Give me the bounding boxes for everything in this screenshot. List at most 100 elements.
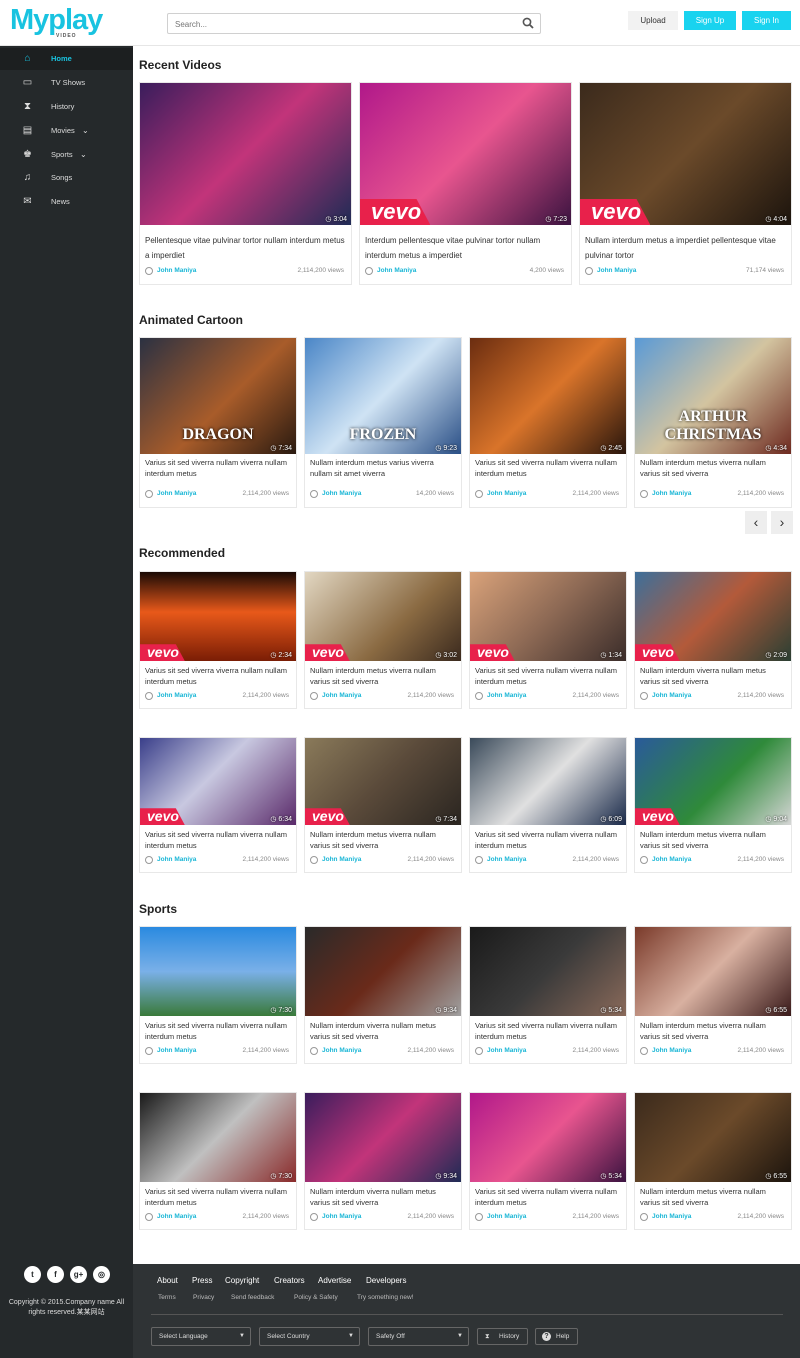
video-card[interactable]: ◷ 2:45 Varius sit sed viverra nullam vive… (469, 337, 627, 508)
video-title[interactable]: Nullam interdum viverra nullam metus var… (310, 1020, 456, 1042)
video-thumbnail[interactable]: ◷ 6:55 (635, 927, 791, 1016)
signin-button[interactable]: Sign In (742, 11, 791, 30)
sidebar-item-news[interactable]: ✉ News (0, 191, 133, 213)
author-link[interactable]: John Maniya (322, 1213, 361, 1220)
google-plus-icon[interactable]: g+ (70, 1266, 87, 1283)
video-title[interactable]: Nullam interdum metus varius viverra nul… (310, 457, 456, 479)
video-thumbnail[interactable]: vevo ◷ 1:34 (470, 572, 626, 661)
footer-link-about[interactable]: About (157, 1276, 178, 1285)
footer-link-developers[interactable]: Developers (366, 1276, 406, 1285)
video-title[interactable]: Varius sit sed viverra nullam viverra nu… (145, 1020, 291, 1042)
video-card[interactable]: vevo ◷ 4:04 Nullam interdum metus a imperd… (579, 82, 792, 285)
video-card[interactable]: vevo ◷ 1:34 Varius sit sed viverra nullam … (469, 571, 627, 709)
author-link[interactable]: John Maniya (157, 692, 196, 699)
video-title[interactable]: Nullam interdum metus viverra nullam var… (640, 1020, 786, 1042)
video-card[interactable]: ◷ 5:34 Varius sit sed viverra nullam vive… (469, 1092, 627, 1230)
author-link[interactable]: John Maniya (652, 856, 691, 863)
video-card[interactable]: vevo ◷ 6:34 Varius sit sed viverra nullam … (139, 737, 297, 873)
video-thumbnail[interactable]: vevo ◷ 9:04 (635, 738, 791, 825)
video-card[interactable]: FROZEN ◷ 9:23 Nullam interdum metus varius… (304, 337, 462, 508)
video-card[interactable]: ◷ 7:30 Varius sit sed viverra nullam vive… (139, 926, 297, 1064)
video-card[interactable]: ◷ 3:04 Pellentesque vitae pulvinar tortor… (139, 82, 352, 285)
author-link[interactable]: John Maniya (597, 267, 636, 274)
video-thumbnail[interactable]: vevo ◷ 4:04 (580, 83, 791, 225)
video-title[interactable]: Nullam interdum viverra nullam metus var… (310, 1186, 456, 1208)
author-link[interactable]: John Maniya (487, 692, 526, 699)
video-card[interactable]: vevo ◷ 3:02 Nullam interdum metus viverra … (304, 571, 462, 709)
sidebar-item-home[interactable]: ⌂ Home (0, 48, 133, 70)
author-link[interactable]: John Maniya (487, 856, 526, 863)
author-link[interactable]: John Maniya (157, 267, 196, 274)
video-title[interactable]: Varius sit sed viverra nullam viverra nu… (475, 1186, 621, 1208)
sidebar-item-history[interactable]: ⧗ History (0, 96, 133, 118)
author-link[interactable]: John Maniya (652, 1213, 691, 1220)
author-link[interactable]: John Maniya (487, 490, 526, 497)
footer-link-policy[interactable]: Policy & Safety (294, 1294, 338, 1301)
sidebar-item-sports[interactable]: ♚ Sports ⌄ (0, 144, 133, 166)
video-card[interactable]: ◷ 6:09 Varius sit sed viverra nullam vive… (469, 737, 627, 873)
video-title[interactable]: Nullam interdum metus viverra nullam var… (640, 1186, 786, 1208)
video-thumbnail[interactable]: DRAGON ◷ 7:34 (140, 338, 296, 454)
carousel-next-button[interactable]: › (771, 511, 793, 534)
logo[interactable]: Myplay VIDEO (10, 6, 103, 40)
video-card[interactable]: vevo ◷ 7:23 Interdum pellentesque vitae pu… (359, 82, 572, 285)
video-card[interactable]: vevo ◷ 2:09 Nullam interdum viverra nullam… (634, 571, 792, 709)
video-title[interactable]: Varius sit sed viverra nullam viverra nu… (145, 1186, 291, 1208)
video-thumbnail[interactable]: vevo ◷ 6:34 (140, 738, 296, 825)
author-link[interactable]: John Maniya (157, 1213, 196, 1220)
video-thumbnail[interactable]: ◷ 6:55 (635, 1093, 791, 1182)
footer-link-press[interactable]: Press (192, 1276, 212, 1285)
search-input[interactable] (168, 15, 498, 34)
author-link[interactable]: John Maniya (322, 856, 361, 863)
video-card[interactable]: ◷ 6:55 Nullam interdum metus viverra null… (634, 926, 792, 1064)
video-thumbnail[interactable]: vevo ◷ 2:09 (635, 572, 791, 661)
video-title[interactable]: Interdum pellentesque vitae pulvinar tor… (365, 233, 566, 263)
facebook-icon[interactable]: f (47, 1266, 64, 1283)
video-card[interactable]: ARTHUR CHRISTMAS ◷ 4:34 Nullam interdum me… (634, 337, 792, 508)
video-title[interactable]: Nullam interdum metus viverra nullam var… (310, 829, 456, 851)
video-thumbnail[interactable]: vevo ◷ 2:34 (140, 572, 296, 661)
search-icon[interactable] (522, 17, 534, 29)
author-link[interactable]: John Maniya (322, 1047, 361, 1054)
video-thumbnail[interactable]: ◷ 9:34 (305, 927, 461, 1016)
video-thumbnail[interactable]: ◷ 7:30 (140, 927, 296, 1016)
author-link[interactable]: John Maniya (322, 490, 361, 497)
video-card[interactable]: DRAGON ◷ 7:34 Varius sit sed viverra nulla… (139, 337, 297, 508)
video-card[interactable]: ◷ 5:34 Varius sit sed viverra nullam vive… (469, 926, 627, 1064)
sidebar-item-tv-shows[interactable]: ▭ TV Shows (0, 72, 133, 94)
author-link[interactable]: John Maniya (652, 692, 691, 699)
author-link[interactable]: John Maniya (487, 1047, 526, 1054)
footer-link-try-new[interactable]: Try something new! (357, 1294, 413, 1301)
author-link[interactable]: John Maniya (157, 490, 196, 497)
author-link[interactable]: John Maniya (322, 692, 361, 699)
video-title[interactable]: Varius sit sed viverra nullam viverra nu… (145, 457, 291, 479)
video-card[interactable]: ◷ 9:34 Nullam interdum viverra nullam met… (304, 1092, 462, 1230)
author-link[interactable]: John Maniya (157, 1047, 196, 1054)
video-title[interactable]: Nullam interdum metus viverra nullam var… (640, 829, 786, 851)
twitter-icon[interactable]: t (24, 1266, 41, 1283)
sidebar-item-songs[interactable]: ♫ Songs (0, 167, 133, 189)
video-title[interactable]: Varius sit sed viverra nullam viverra nu… (475, 457, 621, 479)
video-thumbnail[interactable]: ◷ 5:34 (470, 927, 626, 1016)
footer-link-terms[interactable]: Terms (158, 1294, 176, 1301)
video-title[interactable]: Nullam interdum metus viverra nullam var… (640, 457, 786, 479)
video-thumbnail[interactable]: ◷ 6:09 (470, 738, 626, 825)
footer-link-copyright[interactable]: Copyright (225, 1276, 259, 1285)
video-thumbnail[interactable]: ◷ 9:34 (305, 1093, 461, 1182)
author-link[interactable]: John Maniya (157, 856, 196, 863)
upload-button[interactable]: Upload (628, 11, 678, 30)
sidebar-item-movies[interactable]: ▤ Movies ⌄ (0, 120, 133, 142)
video-title[interactable]: Varius sit sed viverra nullam viverra nu… (475, 665, 621, 687)
author-link[interactable]: John Maniya (377, 267, 416, 274)
language-select[interactable]: Select Language ▼ (151, 1327, 251, 1346)
safety-select[interactable]: Safety Off ▼ (368, 1327, 469, 1346)
footer-link-creators[interactable]: Creators (274, 1276, 305, 1285)
video-thumbnail[interactable]: vevo ◷ 3:02 (305, 572, 461, 661)
author-link[interactable]: John Maniya (652, 490, 691, 497)
video-thumbnail[interactable]: vevo ◷ 7:23 (360, 83, 571, 225)
history-button[interactable]: ⧗ History (477, 1328, 528, 1345)
video-title[interactable]: Nullam interdum viverra nullam metus var… (640, 665, 786, 687)
help-button[interactable]: ? Help (535, 1328, 578, 1345)
signup-button[interactable]: Sign Up (684, 11, 736, 30)
video-thumbnail[interactable]: ◷ 2:45 (470, 338, 626, 454)
